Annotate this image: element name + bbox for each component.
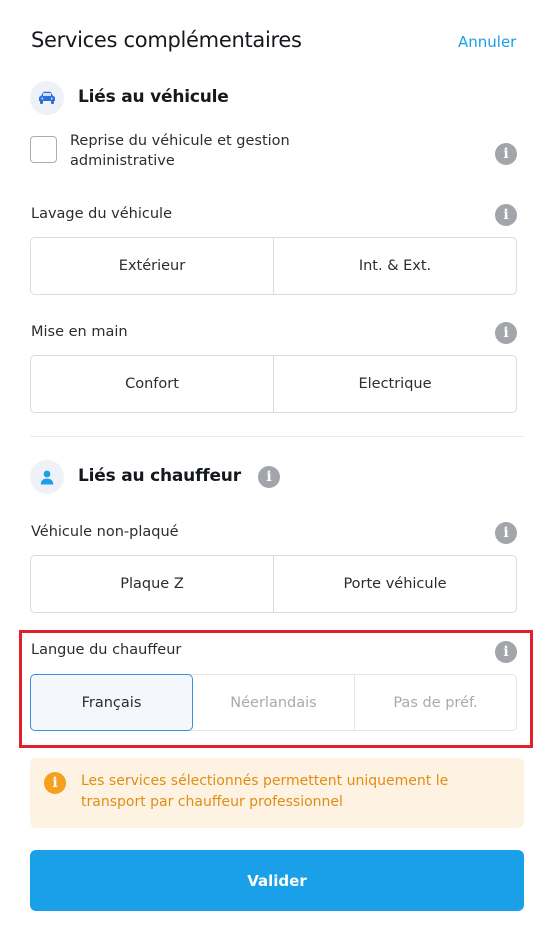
warning-notice: i Les services sélectionnés permettent u… xyxy=(30,758,524,828)
warning-info-icon: i xyxy=(44,772,66,794)
language-option-dutch[interactable]: Néerlandais xyxy=(193,675,354,730)
unplated-info-icon[interactable]: i xyxy=(495,522,517,544)
unplated-option-carrier[interactable]: Porte véhicule xyxy=(273,556,516,612)
section-title-vehicle: Liés au véhicule xyxy=(78,87,229,107)
washing-option-exterior[interactable]: Extérieur xyxy=(31,238,273,294)
unplated-label: Véhicule non-plaqué xyxy=(31,524,179,540)
section-divider xyxy=(30,436,524,437)
washing-label: Lavage du véhicule xyxy=(31,206,172,222)
handover-selector: Confort Electrique xyxy=(30,355,517,413)
page-title: Services complémentaires xyxy=(31,28,302,52)
cancel-link[interactable]: Annuler xyxy=(458,33,516,51)
driver-info-icon[interactable]: i xyxy=(258,466,280,488)
handover-label: Mise en main xyxy=(31,324,128,340)
language-info-icon[interactable]: i xyxy=(495,641,517,663)
takeover-label: Reprise du véhicule et gestion administr… xyxy=(70,133,290,169)
handover-option-comfort[interactable]: Confort xyxy=(31,356,273,412)
notice-text: Les services sélectionnés permettent uni… xyxy=(81,773,449,810)
language-selector: Français Néerlandais Pas de préf. xyxy=(30,674,517,731)
takeover-checkbox[interactable] xyxy=(30,136,57,163)
washing-selector: Extérieur Int. & Ext. xyxy=(30,237,517,295)
language-label: Langue du chauffeur xyxy=(31,642,182,658)
language-option-no-preference[interactable]: Pas de préf. xyxy=(354,675,516,730)
unplated-option-plaque-z[interactable]: Plaque Z xyxy=(31,556,273,612)
validate-button[interactable]: Valider xyxy=(30,850,524,911)
person-icon xyxy=(30,460,64,494)
section-title-driver: Liés au chauffeur xyxy=(78,466,241,486)
handover-info-icon[interactable]: i xyxy=(495,322,517,344)
unplated-selector: Plaque Z Porte véhicule xyxy=(30,555,517,613)
washing-info-icon[interactable]: i xyxy=(495,204,517,226)
takeover-info-icon[interactable]: i xyxy=(495,143,517,165)
language-option-french[interactable]: Français xyxy=(30,674,193,731)
handover-option-electric[interactable]: Electrique xyxy=(273,356,516,412)
car-icon xyxy=(30,81,64,115)
washing-option-int-ext[interactable]: Int. & Ext. xyxy=(273,238,516,294)
